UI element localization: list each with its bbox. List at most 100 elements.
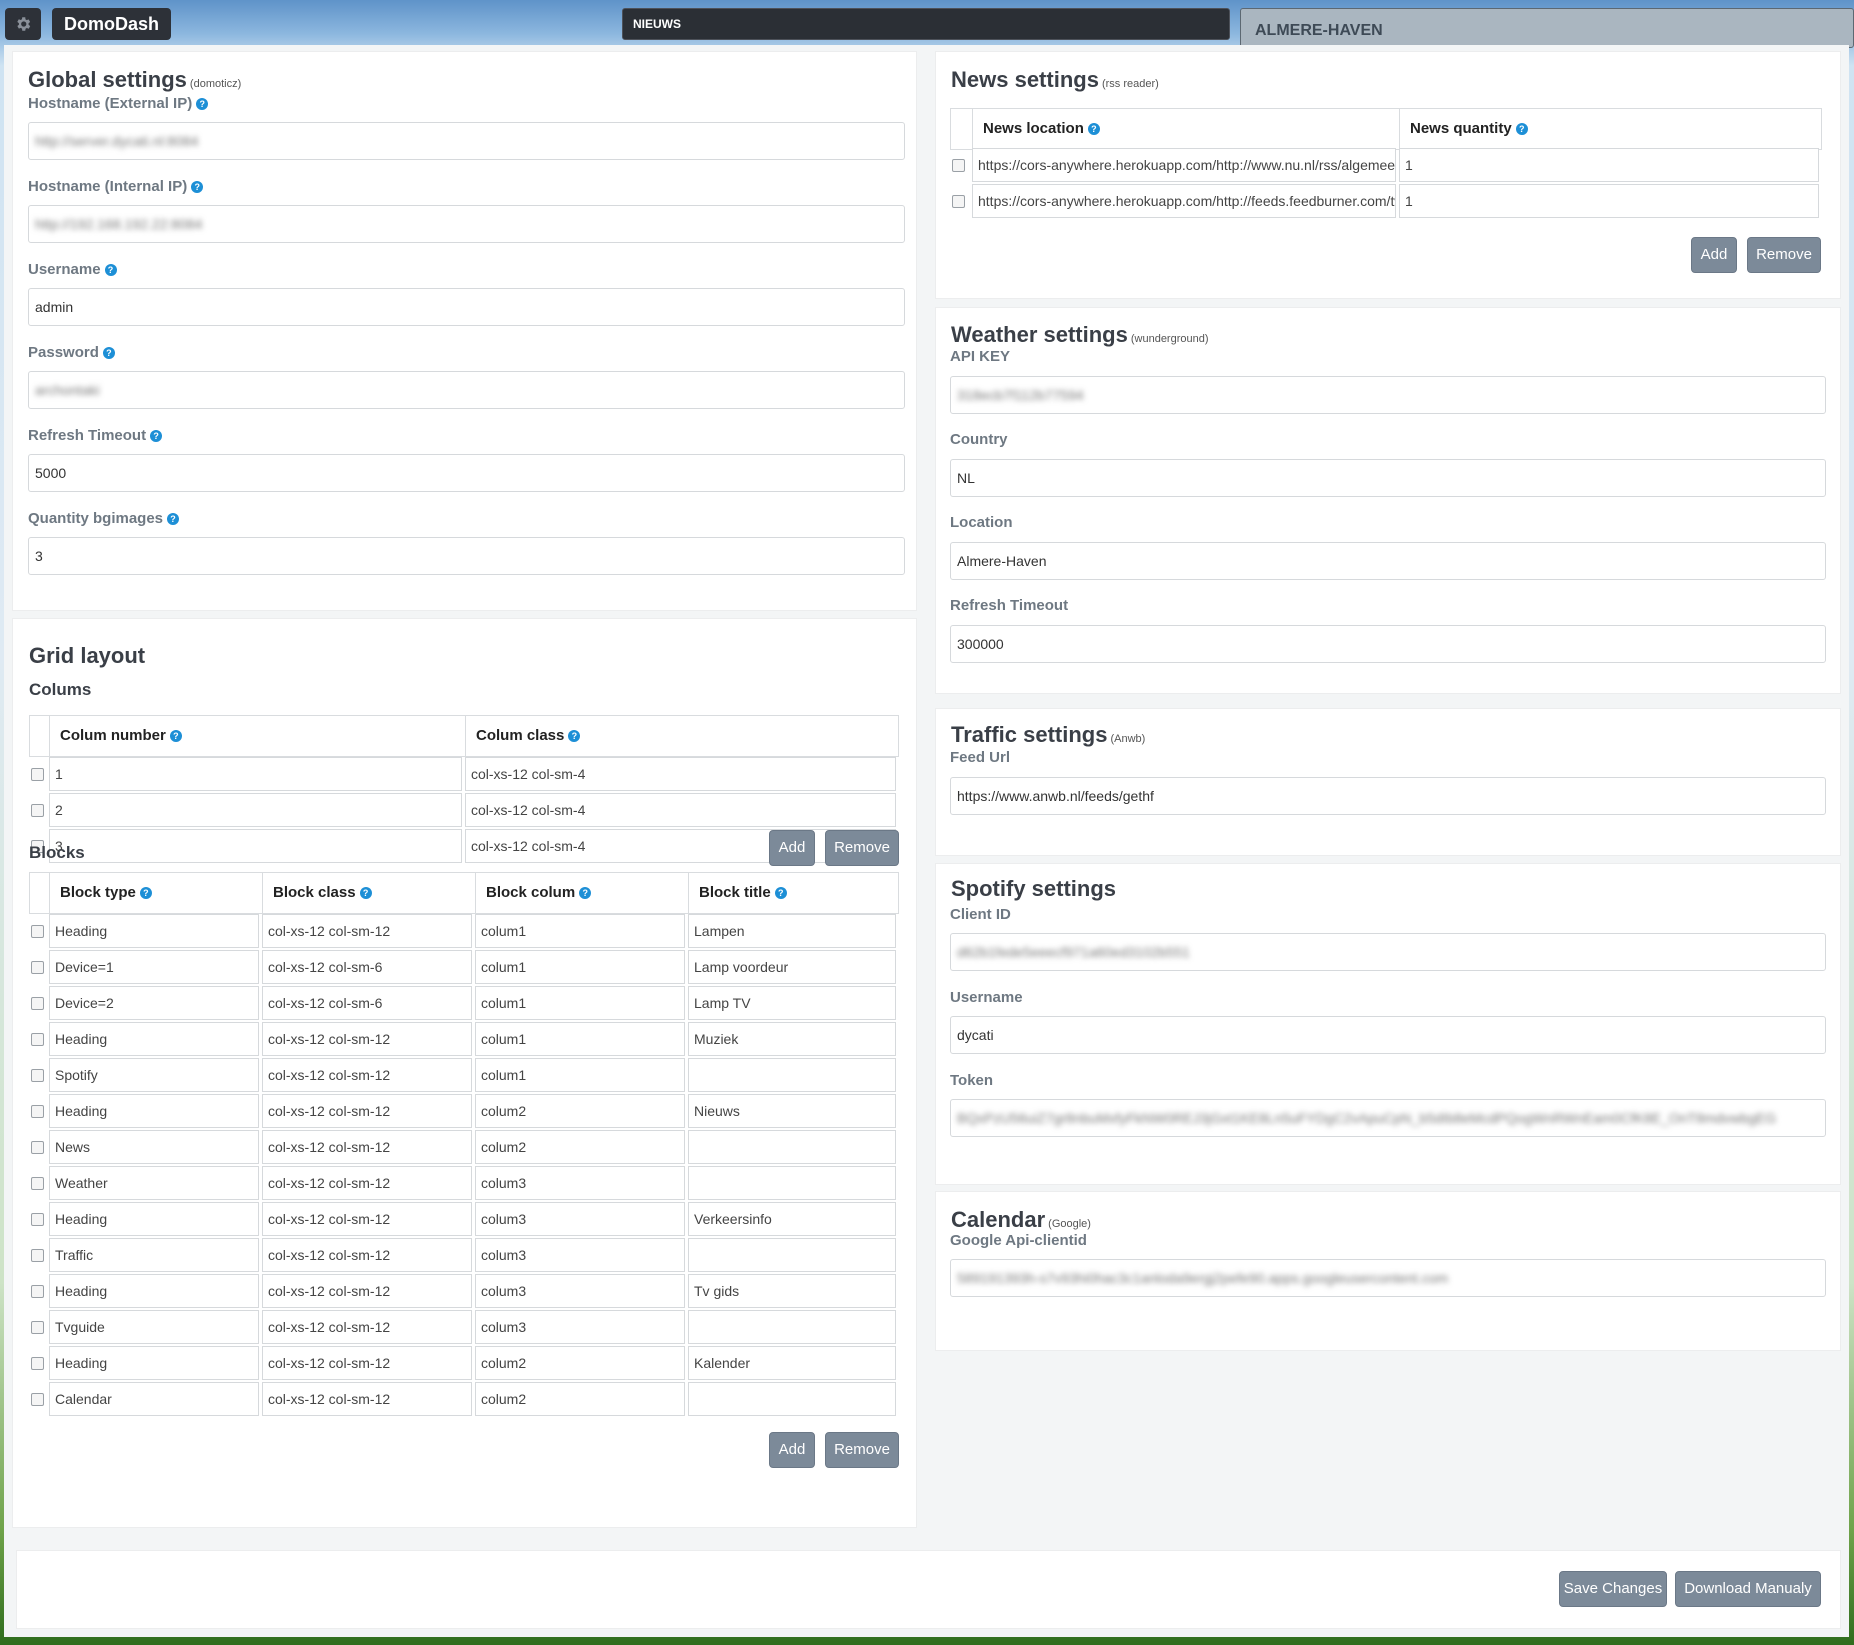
- table-cell-input[interactable]: https://cors-anywhere.herokuapp.com/http…: [972, 184, 1396, 218]
- table-cell-input[interactable]: col-xs-12 col-sm-12: [262, 1058, 472, 1092]
- field-input[interactable]: 589191393h-s7v93hi0hac3c1anloda9ergj2pef…: [950, 1259, 1826, 1297]
- help-icon[interactable]: ?: [191, 181, 204, 193]
- row-checkbox[interactable]: [31, 1069, 44, 1082]
- remove-block-button[interactable]: Remove: [825, 1432, 899, 1468]
- table-cell-input[interactable]: col-xs-12 col-sm-4: [465, 757, 896, 791]
- table-cell-input[interactable]: Kalender: [688, 1346, 896, 1380]
- row-checkbox[interactable]: [31, 1213, 44, 1226]
- table-cell-input[interactable]: colum2: [475, 1382, 685, 1416]
- table-cell-input[interactable]: Nieuws: [688, 1094, 896, 1128]
- add-block-button[interactable]: Add: [769, 1432, 815, 1468]
- help-icon[interactable]: ?: [169, 730, 182, 742]
- table-cell-input[interactable]: Spotify: [49, 1058, 259, 1092]
- row-checkbox[interactable]: [31, 804, 44, 817]
- help-icon[interactable]: ?: [139, 887, 152, 899]
- help-icon[interactable]: ?: [359, 887, 372, 899]
- table-cell-input[interactable]: Traffic: [49, 1238, 259, 1272]
- table-cell-input[interactable]: col-xs-12 col-sm-12: [262, 1274, 472, 1308]
- help-icon[interactable]: ?: [568, 730, 581, 742]
- field-input[interactable]: http://server.dycati.nl:8084: [28, 122, 905, 160]
- table-cell-input[interactable]: colum3: [475, 1202, 685, 1236]
- table-cell-input[interactable]: col-xs-12 col-sm-12: [262, 1382, 472, 1416]
- row-checkbox[interactable]: [952, 159, 965, 172]
- table-cell-input[interactable]: [688, 1310, 896, 1344]
- table-cell-input[interactable]: col-xs-12 col-sm-4: [465, 793, 896, 827]
- row-checkbox[interactable]: [31, 1393, 44, 1406]
- table-cell-input[interactable]: Muziek: [688, 1022, 896, 1056]
- table-cell-input[interactable]: Verkeersinfo: [688, 1202, 896, 1236]
- table-cell-input[interactable]: colum3: [475, 1166, 685, 1200]
- help-icon[interactable]: ?: [1515, 123, 1528, 135]
- table-cell-input[interactable]: colum1: [475, 986, 685, 1020]
- table-cell-input[interactable]: [688, 1058, 896, 1092]
- table-cell-input[interactable]: col-xs-12 col-sm-12: [262, 1130, 472, 1164]
- save-changes-button[interactable]: Save Changes: [1559, 1571, 1667, 1607]
- row-checkbox[interactable]: [31, 997, 44, 1010]
- row-checkbox[interactable]: [31, 1105, 44, 1118]
- row-checkbox[interactable]: [952, 195, 965, 208]
- table-cell-input[interactable]: Device=1: [49, 950, 259, 984]
- table-cell-input[interactable]: 1: [1399, 148, 1819, 182]
- table-cell-input[interactable]: Tvguide: [49, 1310, 259, 1344]
- table-cell-input[interactable]: 3: [49, 829, 462, 863]
- table-cell-input[interactable]: col-xs-12 col-sm-12: [262, 1310, 472, 1344]
- field-input[interactable]: NL: [950, 459, 1826, 497]
- table-cell-input[interactable]: Heading: [49, 1202, 259, 1236]
- table-cell-input[interactable]: col-xs-12 col-sm-12: [262, 1166, 472, 1200]
- table-cell-input[interactable]: col-xs-12 col-sm-12: [262, 914, 472, 948]
- row-checkbox[interactable]: [31, 1285, 44, 1298]
- row-checkbox[interactable]: [31, 1033, 44, 1046]
- help-icon[interactable]: ?: [104, 264, 117, 276]
- table-cell-input[interactable]: Device=2: [49, 986, 259, 1020]
- row-checkbox[interactable]: [31, 1249, 44, 1262]
- table-cell-input[interactable]: [688, 1238, 896, 1272]
- download-manualy-button[interactable]: Download Manualy: [1675, 1571, 1821, 1607]
- table-cell-input[interactable]: Heading: [49, 1022, 259, 1056]
- help-icon[interactable]: ?: [774, 887, 787, 899]
- table-cell-input[interactable]: Heading: [49, 1094, 259, 1128]
- table-cell-input[interactable]: 1: [49, 757, 462, 791]
- help-icon[interactable]: ?: [579, 887, 592, 899]
- table-cell-input[interactable]: colum3: [475, 1310, 685, 1344]
- table-cell-input[interactable]: 1: [1399, 184, 1819, 218]
- field-input[interactable]: 300000: [950, 625, 1826, 663]
- help-icon[interactable]: ?: [196, 98, 209, 110]
- row-checkbox[interactable]: [31, 768, 44, 781]
- row-checkbox[interactable]: [31, 961, 44, 974]
- table-cell-input[interactable]: Lampen: [688, 914, 896, 948]
- table-cell-input[interactable]: Lamp voordeur: [688, 950, 896, 984]
- field-input[interactable]: 318ecb7f112b77594: [950, 376, 1826, 414]
- help-icon[interactable]: ?: [102, 347, 115, 359]
- table-cell-input[interactable]: col-xs-12 col-sm-12: [262, 1094, 472, 1128]
- table-cell-input[interactable]: col-xs-12 col-sm-6: [262, 986, 472, 1020]
- table-cell-input[interactable]: colum3: [475, 1238, 685, 1272]
- field-input[interactable]: Almere-Haven: [950, 542, 1826, 580]
- field-input[interactable]: dycati: [950, 1016, 1826, 1054]
- field-input[interactable]: d62b1fede5eeecf971a60ed3102b551: [950, 933, 1826, 971]
- table-cell-input[interactable]: Tv gids: [688, 1274, 896, 1308]
- table-cell-input[interactable]: 2: [49, 793, 462, 827]
- app-brand[interactable]: DomoDash: [52, 8, 171, 40]
- table-cell-input[interactable]: Calendar: [49, 1382, 259, 1416]
- table-cell-input[interactable]: colum1: [475, 914, 685, 948]
- field-input[interactable]: archontaki: [28, 371, 905, 409]
- remove-colum-button[interactable]: Remove: [825, 830, 899, 866]
- settings-button[interactable]: [5, 8, 41, 40]
- table-cell-input[interactable]: colum1: [475, 950, 685, 984]
- table-cell-input[interactable]: colum1: [475, 1022, 685, 1056]
- table-cell-input[interactable]: Weather: [49, 1166, 259, 1200]
- remove-news-button[interactable]: Remove: [1747, 237, 1821, 273]
- table-cell-input[interactable]: col-xs-12 col-sm-12: [262, 1346, 472, 1380]
- field-input[interactable]: BQxPzU56uiZ7gr8nbuMxfyFkNW0REJ3jGxt1KE8L…: [950, 1099, 1826, 1137]
- field-input[interactable]: admin: [28, 288, 905, 326]
- table-cell-input[interactable]: col-xs-12 col-sm-12: [262, 1022, 472, 1056]
- row-checkbox[interactable]: [31, 1321, 44, 1334]
- table-cell-input[interactable]: [688, 1382, 896, 1416]
- table-cell-input[interactable]: colum1: [475, 1058, 685, 1092]
- help-icon[interactable]: ?: [150, 430, 163, 442]
- table-cell-input[interactable]: col-xs-12 col-sm-12: [262, 1238, 472, 1272]
- row-checkbox[interactable]: [31, 1357, 44, 1370]
- add-colum-button[interactable]: Add: [769, 830, 815, 866]
- row-checkbox[interactable]: [31, 925, 44, 938]
- help-icon[interactable]: ?: [1087, 123, 1100, 135]
